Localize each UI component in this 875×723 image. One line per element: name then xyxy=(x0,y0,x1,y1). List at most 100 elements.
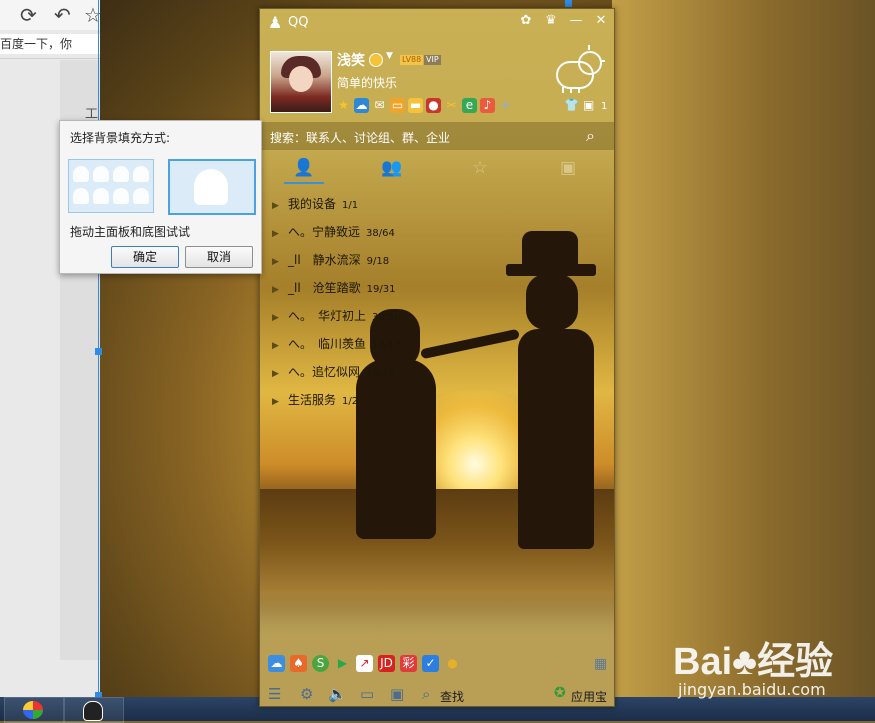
expand-arrow-icon: ▶ xyxy=(272,313,279,323)
tab-contacts[interactable]: 👤 xyxy=(260,151,348,185)
play-icon[interactable]: ▶ xyxy=(334,655,351,672)
contact-group[interactable]: ▶ へ。追忆似网 36/49 xyxy=(272,361,395,383)
tools-icon[interactable]: ✂ xyxy=(444,98,459,113)
resize-handle[interactable] xyxy=(565,0,572,7)
signature[interactable]: 简单的快乐 xyxy=(337,74,397,91)
tile-ghost xyxy=(133,188,149,204)
contact-group[interactable]: ▶ 生活服务 1/2 xyxy=(272,389,358,411)
tile-ghost xyxy=(73,188,89,204)
app-icon-row: ★ ☁ ✉ ▭ ▬ ● ✂ e ♪ + xyxy=(336,98,513,116)
contact-group[interactable]: ▶ へ。宁静致远 38/64 xyxy=(272,221,395,243)
tab-favorites[interactable]: ☆ xyxy=(436,151,524,185)
address-bar[interactable]: 百度一下，你 xyxy=(0,34,100,54)
game-icon[interactable]: ♠ xyxy=(290,655,307,672)
weather-icon[interactable] xyxy=(556,45,608,95)
browser-icon[interactable]: e xyxy=(462,98,477,113)
weather-icon[interactable]: ☁ xyxy=(268,655,285,672)
add-icon[interactable]: + xyxy=(498,98,513,113)
group-count: 12/17 xyxy=(372,340,401,351)
cloud-drive-icon[interactable]: ☁ xyxy=(354,98,369,113)
resize-handle[interactable] xyxy=(95,348,102,355)
illustration-girl-body xyxy=(356,359,436,539)
refresh-icon[interactable]: ⟳ xyxy=(20,3,37,27)
bottom-app-row: ☁ ♠ S ▶ ↗ JD 彩 ✓ ● xyxy=(268,655,461,673)
online-status-icon[interactable] xyxy=(369,53,383,67)
sun-ray xyxy=(600,60,605,62)
search-icon[interactable]: ⌕ xyxy=(586,126,595,146)
jd-icon[interactable]: JD xyxy=(378,655,395,672)
tab-recent[interactable]: ▣ xyxy=(524,151,612,185)
illustration-boy-head xyxy=(526,274,578,330)
minimize-icon[interactable]: — xyxy=(568,13,584,28)
box-icon[interactable]: ▣ xyxy=(390,685,404,703)
level-badge[interactable]: LV88 xyxy=(400,55,424,65)
taskbar-browser-button[interactable] xyxy=(4,697,64,723)
security-icon[interactable]: ✓ xyxy=(422,655,439,672)
contact-group[interactable]: ▶ _ll 静水流深 9/18 xyxy=(272,249,389,271)
avatar[interactable] xyxy=(270,51,332,113)
cancel-button[interactable]: 取消 xyxy=(185,246,253,268)
group-name: へ。宁静致远 xyxy=(288,225,361,239)
search-input[interactable]: 搜索：联系人、讨论组、群、企业 xyxy=(270,129,450,146)
qq-main-panel[interactable]: ♟ QQ ✿ ♛ — ✕ 浅笑 ▼ LV88 VIP 简单的快乐 ★ ☁ ✉ ▭… xyxy=(259,8,615,707)
menu-icon[interactable]: ☰ xyxy=(268,685,281,703)
search-icon[interactable]: ⌕ xyxy=(422,685,430,703)
stretch-option[interactable] xyxy=(168,159,256,215)
speaker-icon[interactable]: 🔈 xyxy=(328,685,347,703)
shop-icon[interactable]: ▭ xyxy=(390,98,405,113)
taskbar-qq-button[interactable] xyxy=(64,697,124,723)
ok-button[interactable]: 确定 xyxy=(111,246,179,268)
nickname[interactable]: 浅笑 xyxy=(337,50,365,70)
find-button[interactable]: 查找 xyxy=(440,688,464,705)
appstore-button[interactable]: 应用宝 xyxy=(571,688,607,705)
lottery-icon[interactable]: 彩 xyxy=(400,655,417,672)
contact-group[interactable]: ▶ へ。 临川羡鱼 12/17 xyxy=(272,333,401,355)
inbox-icon[interactable]: ▣ xyxy=(583,98,594,112)
chevron-down-icon[interactable]: ▼ xyxy=(386,51,393,61)
group-name: へ。 临川羡鱼 xyxy=(288,337,367,351)
tile-ghost xyxy=(133,166,149,182)
stock-icon[interactable]: ↗ xyxy=(356,655,373,672)
pay-icon[interactable]: S xyxy=(312,655,329,672)
appstore-icon[interactable]: ✪ xyxy=(554,685,566,701)
group-name: _ll 静水流深 xyxy=(288,253,361,267)
app-grid-icon[interactable]: ▦ xyxy=(594,656,607,672)
divider xyxy=(0,58,100,59)
search-bar[interactable]: 搜索：联系人、讨论组、群、企业 ⌕ xyxy=(260,122,614,150)
medal-icon[interactable]: ♛ xyxy=(543,13,559,28)
vip-badge[interactable]: VIP xyxy=(424,55,441,65)
group-count: 9/18 xyxy=(366,256,390,267)
shirt-icon[interactable]: 👕 xyxy=(564,98,579,112)
contact-group[interactable]: ▶ _ll 沧笙踏歌 19/31 xyxy=(272,277,396,299)
folder-icon[interactable]: ▭ xyxy=(360,685,374,703)
skin-icon[interactable]: ✿ xyxy=(518,13,534,28)
gear-icon[interactable]: ⚙ xyxy=(300,685,313,703)
tile-ghost xyxy=(73,166,89,182)
mail-icon[interactable]: ✉ xyxy=(372,98,387,113)
expand-arrow-icon: ▶ xyxy=(272,201,279,211)
folder-icon[interactable]: ▬ xyxy=(408,98,423,113)
group-name: 我的设备 xyxy=(288,197,337,211)
contact-group[interactable]: ▶ へ。 华灯初上 30/50 xyxy=(272,305,401,327)
star-icon[interactable]: ★ xyxy=(336,98,351,113)
stretch-ghost xyxy=(194,169,228,205)
expand-arrow-icon: ▶ xyxy=(272,341,279,351)
group-icon: 👥 xyxy=(381,158,403,178)
group-count: 36/49 xyxy=(366,368,395,379)
background-fill-dialog: 选择背景填充方式: 拖动主面板和底图试试 确定 取消 xyxy=(59,120,262,274)
undo-icon[interactable]: ↶ xyxy=(54,3,71,27)
pet-icon[interactable]: ● xyxy=(444,655,461,672)
music-icon[interactable]: ♪ xyxy=(480,98,495,113)
rain-drop xyxy=(562,87,564,93)
title-bar[interactable]: ♟ QQ ✿ ♛ — ✕ xyxy=(260,9,614,35)
contact-group[interactable]: ▶ 我的设备 1/1 xyxy=(272,193,358,215)
close-icon[interactable]: ✕ xyxy=(593,13,609,28)
illustration-boy-body xyxy=(518,329,594,549)
tile-option[interactable] xyxy=(68,159,154,213)
penguin-icon[interactable]: ● xyxy=(426,98,441,113)
tile-ghost xyxy=(113,188,129,204)
group-name: 生活服务 xyxy=(288,393,337,407)
dialog-hint: 拖动主面板和底图试试 xyxy=(70,225,191,239)
expand-arrow-icon: ▶ xyxy=(272,285,279,295)
tab-groups[interactable]: 👥 xyxy=(348,151,436,185)
